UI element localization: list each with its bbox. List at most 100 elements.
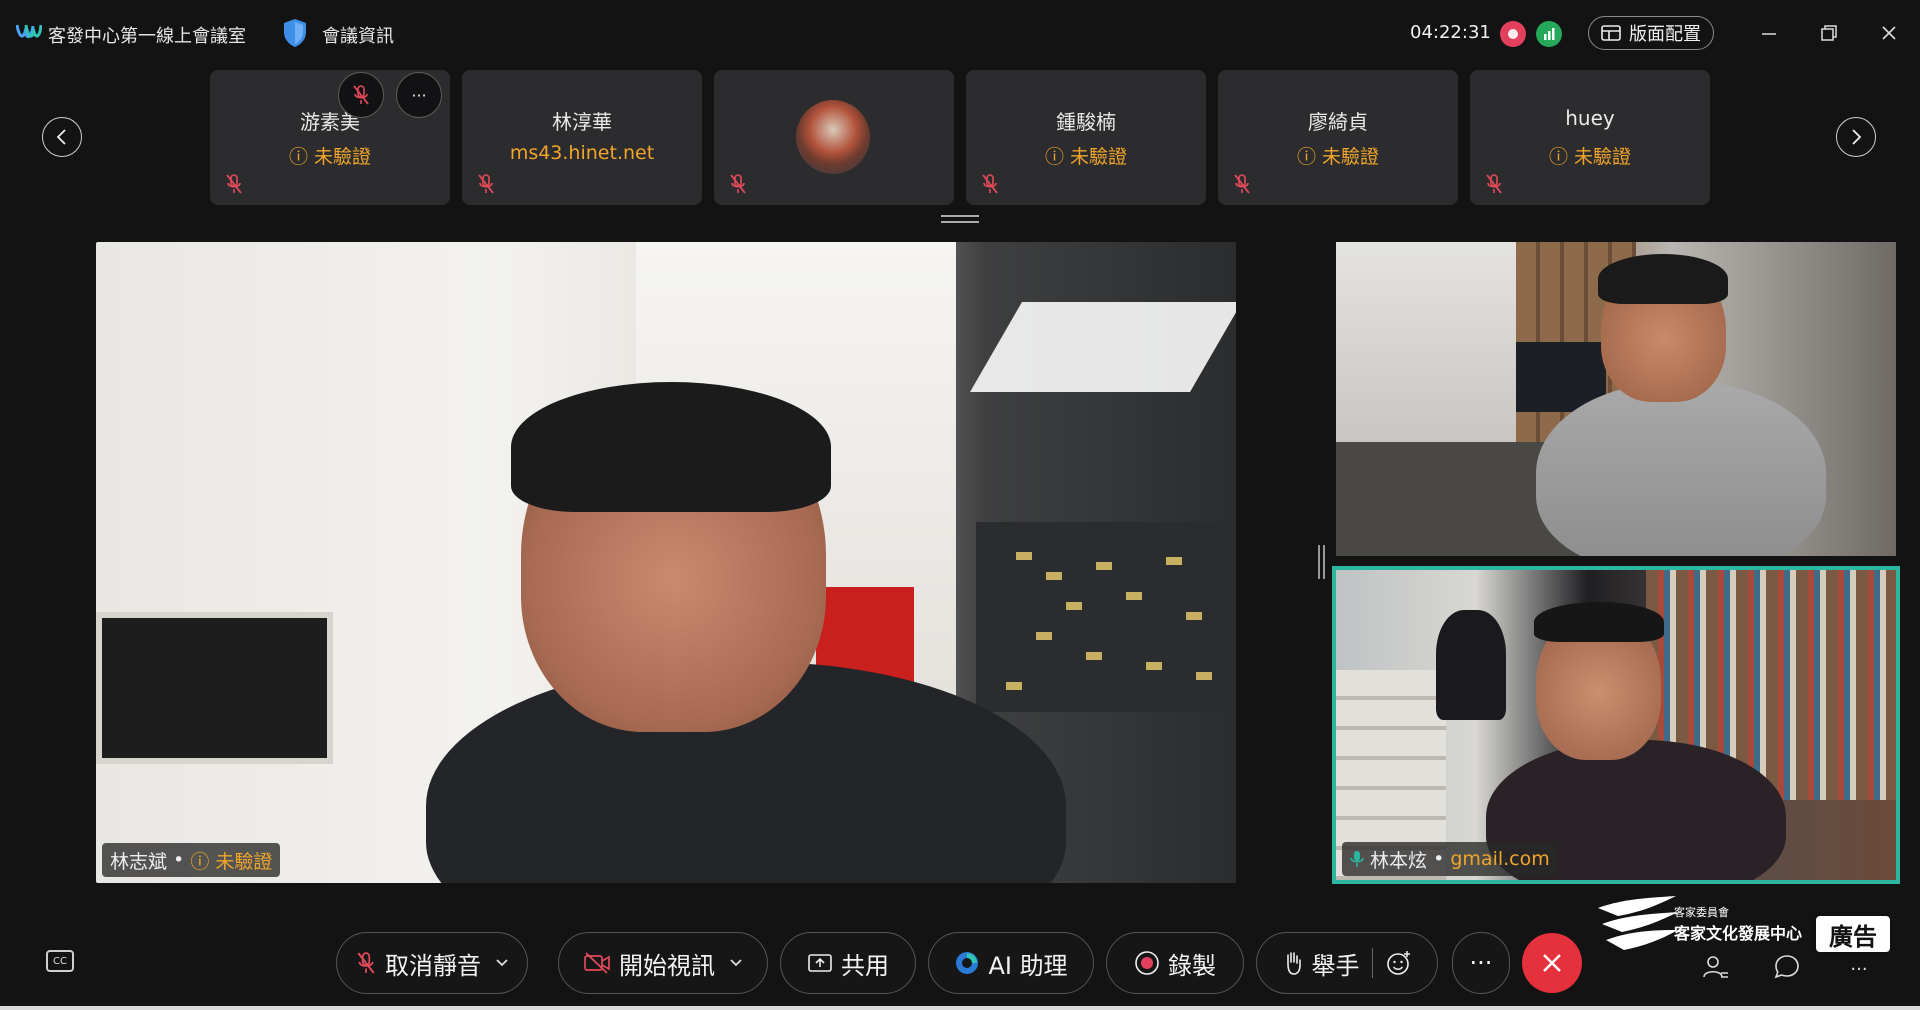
- participant-name: 林淳華: [552, 110, 612, 134]
- meeting-info-link[interactable]: 會議資訊: [322, 22, 394, 48]
- start-video-label: 開始視訊: [619, 951, 715, 980]
- chevron-left-icon: [56, 129, 66, 145]
- participant-card[interactable]: 游素美 ⓘ 未驗證 ···: [210, 70, 450, 205]
- video-status: ⓘ 未驗證: [190, 850, 273, 873]
- participant-status: ⓘ 未驗證: [1044, 146, 1128, 168]
- participant-status: ⓘ 未驗證: [1296, 146, 1380, 168]
- record-button[interactable]: 錄製: [1106, 932, 1244, 994]
- start-video-button[interactable]: 開始視訊: [558, 932, 768, 994]
- record-label: 錄製: [1168, 951, 1216, 980]
- video-background: [976, 522, 1236, 712]
- layout-button-label: 版面配置: [1629, 24, 1701, 45]
- participant-card[interactable]: 林淳華 ms43.hinet.net: [462, 70, 702, 205]
- more-icon: ···: [1850, 958, 1868, 980]
- restore-icon: [1821, 25, 1837, 41]
- mic-muted-icon: [1234, 174, 1250, 194]
- participant-name: huey: [1565, 106, 1615, 130]
- strip-next-button[interactable]: [1836, 117, 1876, 157]
- video-name: 林本炫: [1370, 849, 1428, 872]
- active-speaker-video-tile[interactable]: 林本炫 • gmail.com: [1332, 566, 1900, 884]
- more-icon: ···: [411, 85, 427, 105]
- strip-resize-handle[interactable]: [941, 215, 979, 224]
- close-icon: [1882, 26, 1896, 40]
- mic-muted-icon: [357, 952, 375, 974]
- ai-assistant-icon: [956, 952, 979, 974]
- more-options-button[interactable]: ···: [1452, 932, 1510, 994]
- video-status: gmail.com: [1450, 848, 1550, 870]
- participants-panel-button[interactable]: [1700, 952, 1730, 982]
- mic-icon: [1350, 851, 1364, 867]
- ad-org-small: 客家委員會: [1674, 906, 1729, 919]
- participant-name: 廖綺貞: [1308, 110, 1368, 134]
- more-icon: ···: [1469, 949, 1493, 977]
- mic-muted-icon: [1486, 174, 1502, 194]
- record-icon: [1135, 951, 1159, 975]
- participant-avatar: [796, 100, 870, 174]
- raise-hand-label: 舉手: [1311, 951, 1360, 980]
- layout-icon: [1601, 25, 1621, 41]
- minimize-button[interactable]: [1754, 18, 1784, 48]
- hakka-logo-icon: [1598, 896, 1678, 950]
- participant-video-body: [1536, 382, 1826, 556]
- participant-status: ⓘ 未驗證: [1548, 146, 1632, 168]
- unmute-button[interactable]: 取消靜音: [336, 932, 528, 994]
- chevron-down-icon[interactable]: [495, 958, 509, 968]
- ad-badge: 廣告: [1814, 914, 1892, 954]
- ad-logo: 客家委員會 客家文化發展中心: [1596, 892, 1802, 962]
- layout-button[interactable]: 版面配置: [1588, 16, 1714, 50]
- webex-logo-icon: [16, 24, 42, 39]
- chevron-right-icon: [1852, 129, 1862, 145]
- participant-video-hair: [1534, 602, 1664, 642]
- card-mute-button[interactable]: [338, 72, 384, 118]
- window-bottom-edge: [0, 1006, 1920, 1010]
- participant-video-hair: [1598, 254, 1728, 304]
- panel-more-button[interactable]: ···: [1844, 954, 1874, 984]
- toolbar-divider: [1371, 948, 1373, 978]
- main-video-tile[interactable]: 林志斌 • ⓘ 未驗證: [96, 242, 1236, 883]
- cc-icon: CC: [53, 955, 67, 967]
- participants-icon: [1703, 956, 1728, 978]
- video-off-icon: [584, 952, 610, 974]
- ai-assistant-button[interactable]: AI 助理: [928, 932, 1094, 994]
- shield-icon[interactable]: [282, 18, 308, 48]
- minimize-icon: [1762, 33, 1776, 35]
- leave-meeting-button[interactable]: [1522, 933, 1582, 993]
- video-name-label: 林志斌 • ⓘ 未驗證: [102, 843, 281, 877]
- chat-icon: [1774, 955, 1799, 979]
- chat-panel-button[interactable]: [1772, 952, 1802, 982]
- participant-card[interactable]: 鍾駿楠 ⓘ 未驗證: [966, 70, 1206, 205]
- share-icon: [808, 954, 832, 972]
- video-background: [970, 302, 1236, 392]
- video-background: [96, 612, 333, 764]
- unmute-label: 取消靜音: [385, 951, 481, 980]
- restore-button[interactable]: [1814, 18, 1844, 48]
- share-button[interactable]: 共用: [780, 932, 916, 994]
- mic-muted-icon: [730, 174, 746, 194]
- panel-resize-handle[interactable]: [1318, 545, 1326, 579]
- network-signal-icon[interactable]: [1536, 21, 1562, 47]
- share-label: 共用: [841, 951, 889, 980]
- close-icon: [1543, 954, 1561, 972]
- close-window-button[interactable]: [1874, 18, 1904, 48]
- closed-captions-button[interactable]: CC: [46, 950, 74, 972]
- participant-status: ms43.hinet.net: [509, 142, 655, 164]
- participant-video-hair: [511, 382, 831, 512]
- video-background: [1436, 610, 1506, 720]
- meeting-timer: 04:22:31: [1410, 22, 1491, 43]
- video-tile[interactable]: [1336, 242, 1896, 556]
- participant-card[interactable]: 廖綺貞 ⓘ 未驗證: [1218, 70, 1458, 205]
- mic-muted-icon: [226, 174, 242, 194]
- ad-org-name: 客家文化發展中心: [1674, 924, 1803, 943]
- chevron-down-icon[interactable]: [729, 958, 743, 968]
- app-title: 客發中心第一線上會議室: [48, 26, 246, 47]
- video-name: 林志斌: [110, 850, 168, 873]
- participant-card[interactable]: [714, 70, 954, 205]
- strip-prev-button[interactable]: [42, 117, 82, 157]
- reactions-icon[interactable]: [1385, 949, 1413, 977]
- participant-card[interactable]: huey ⓘ 未驗證: [1470, 70, 1710, 205]
- raise-hand-icon: [1286, 952, 1301, 975]
- card-more-button[interactable]: ···: [396, 72, 442, 118]
- mic-muted-icon: [478, 174, 494, 194]
- recording-indicator-icon[interactable]: [1500, 21, 1526, 47]
- raise-hand-button[interactable]: 舉手: [1256, 932, 1438, 994]
